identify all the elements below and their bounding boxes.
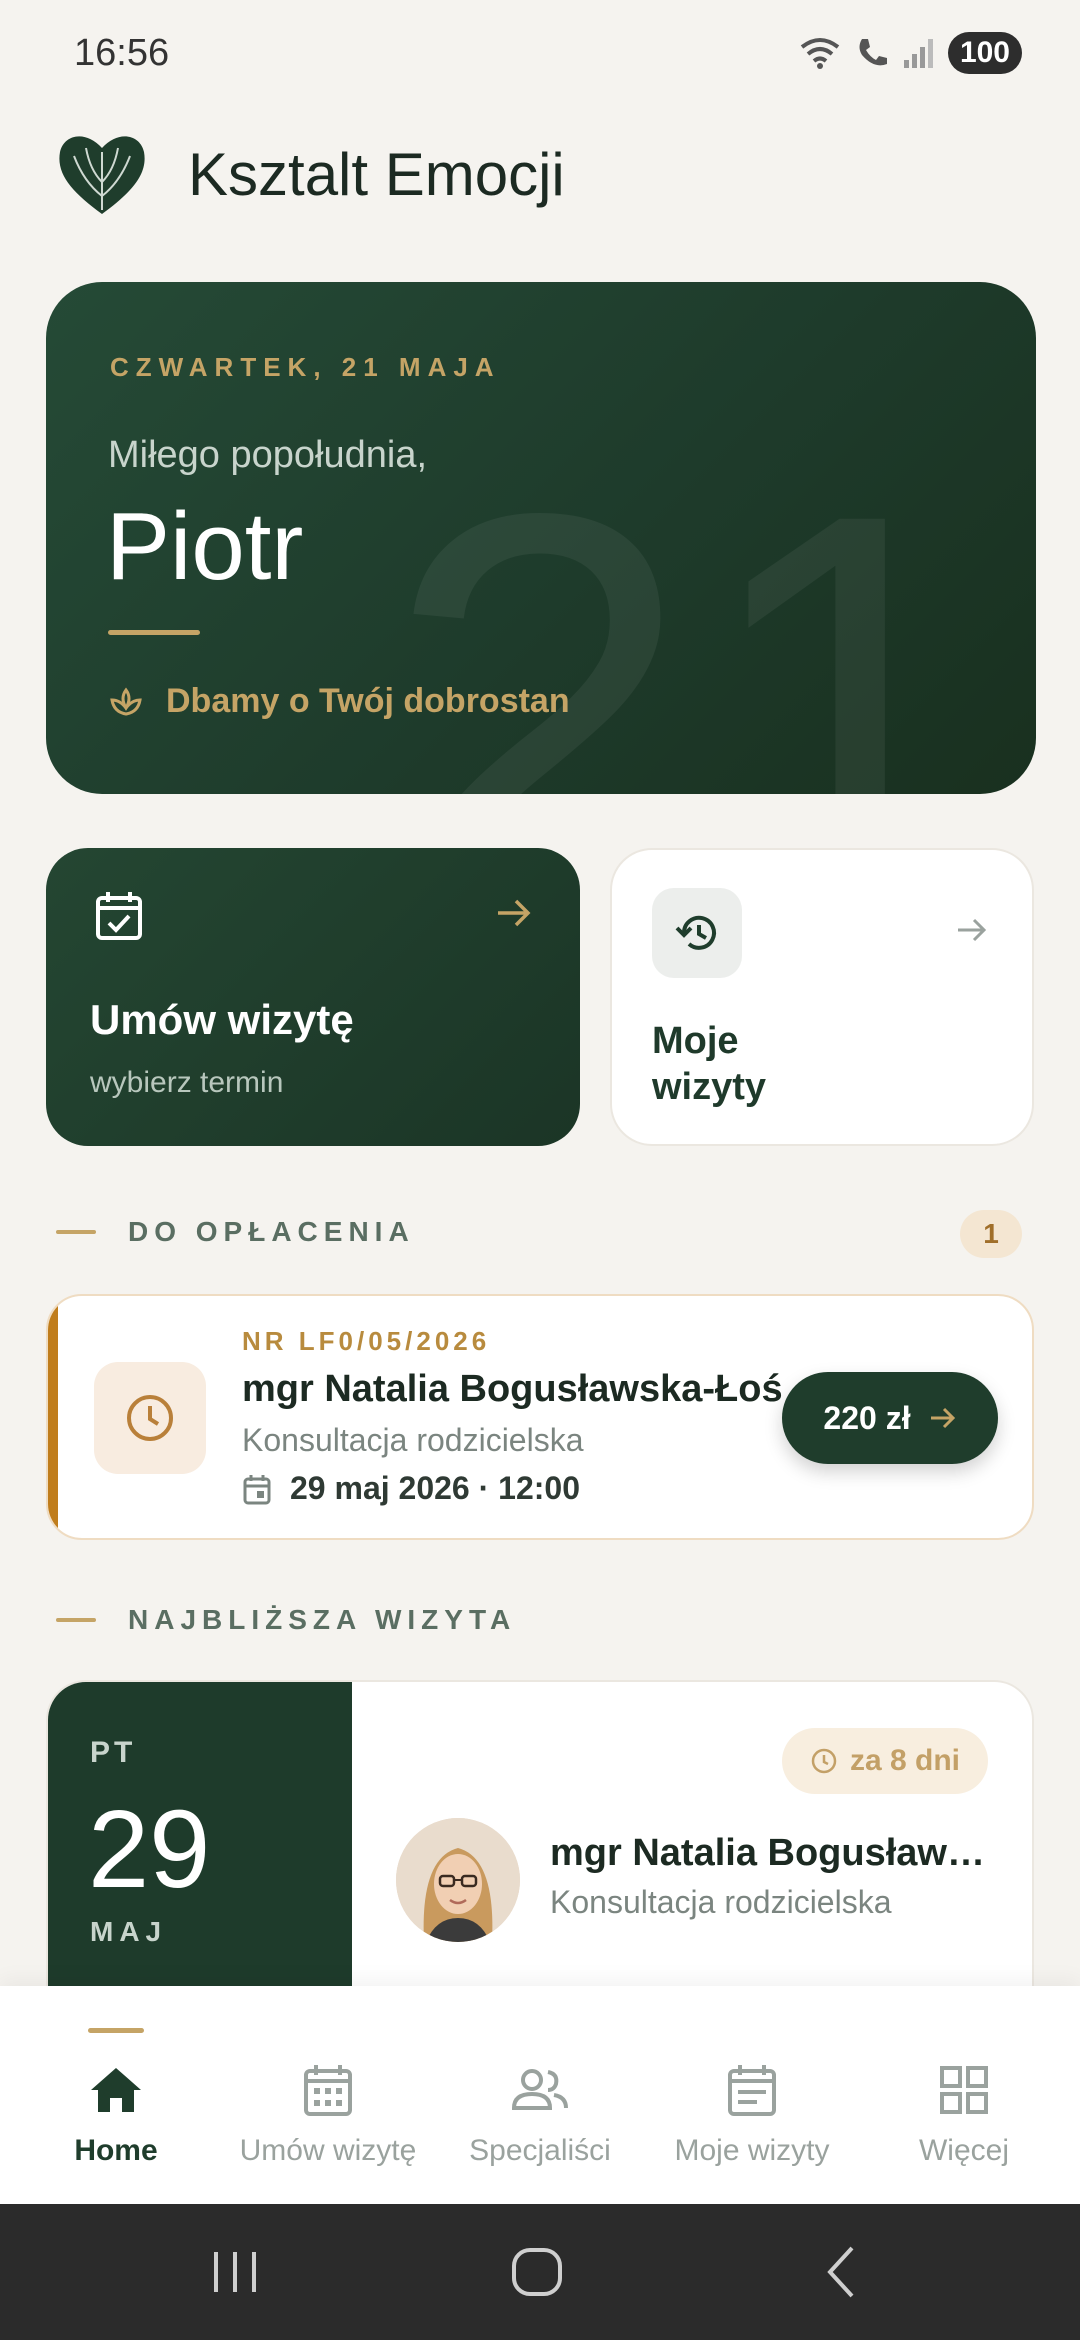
clock-icon-box <box>94 1362 206 1474</box>
nav-label-home: Home <box>74 2134 158 2167</box>
greeting-hero-card: 21 CZWARTEK, 21 MAJA Miłego popołudnia, … <box>46 282 1036 794</box>
hero-tagline-text: Dbamy o Twój dobrostan <box>166 682 570 720</box>
visit-day: 29 <box>88 1788 211 1911</box>
clock-icon <box>811 1748 837 1774</box>
nav-item-my-visits[interactable]: Moje wizyty <box>644 1986 860 2204</box>
to-pay-section-title: DO OPŁACENIA <box>128 1216 415 1247</box>
history-icon-box <box>652 888 742 978</box>
payment-card[interactable]: NR LF0/05/2026 mgr Natalia Bogusławska-Ł… <box>46 1294 1034 1540</box>
payment-accent-bar <box>48 1296 58 1538</box>
hero-greeting: Miłego popołudnia, <box>108 434 428 476</box>
book-appointment-subtitle: wybierz termin <box>90 1066 284 1099</box>
visit-date-panel: PT 29 MAJ <box>48 1682 352 2008</box>
heart-leaf-logo-icon <box>59 136 145 214</box>
calendar-list-icon <box>728 2065 776 2116</box>
nav-item-specialists[interactable]: Specjaliści <box>432 1986 648 2204</box>
pay-amount: 220 zł <box>823 1399 911 1436</box>
my-visits-title: Moje wizyty <box>652 1020 767 1108</box>
calendar-check-icon <box>96 892 142 940</box>
calendar-grid-icon <box>304 2065 352 2116</box>
book-appointment-title: Umów wizytę <box>90 996 354 1043</box>
visit-month: MAJ <box>90 1916 168 1947</box>
status-icons: 100 <box>798 32 1022 74</box>
book-appointment-card[interactable]: Umów wizytę wybierz termin <box>46 848 580 1146</box>
nav-item-home[interactable]: Home <box>8 1986 224 2204</box>
back-icon[interactable] <box>818 2238 862 2306</box>
home-system-icon[interactable] <box>508 2238 568 2306</box>
my-visits-card[interactable]: Moje wizyty <box>610 848 1034 1146</box>
hero-day-watermark: 21 <box>383 397 1006 794</box>
visit-countdown-badge: za 8 dni <box>781 1728 988 1794</box>
nav-label-my-visits: Moje wizyty <box>674 2134 830 2167</box>
nav-item-book[interactable]: Umów wizytę <box>220 1986 436 2204</box>
hero-divider <box>108 630 200 635</box>
doctor-portrait-icon <box>396 1818 520 1942</box>
payment-doctor-name: mgr Natalia Bogusławska-Łoś <box>242 1368 783 1410</box>
hero-user-name: Piotr <box>106 493 304 600</box>
hero-date-label: CZWARTEK, 21 MAJA <box>110 352 501 382</box>
system-navigation-bar <box>0 2204 1080 2340</box>
arrow-right-icon <box>930 1407 955 1429</box>
arrow-right-icon <box>958 918 987 942</box>
invoice-number: NR LF0/05/2026 <box>242 1326 491 1356</box>
nav-active-indicator <box>88 2028 144 2033</box>
visit-day-of-week: PT <box>90 1736 137 1769</box>
call-icon <box>859 39 887 66</box>
grid-icon <box>940 2066 988 2114</box>
app-header: Ksztalt Emocji <box>54 124 565 224</box>
people-icon <box>511 2069 568 2110</box>
visit-service-type: Konsultacja rodzicielska <box>550 1884 892 1920</box>
nav-label-more: Więcej <box>918 2134 1009 2167</box>
to-pay-count-badge: 1 <box>960 1210 1022 1258</box>
next-visit-section-header: NAJBLIŻSZA WIZYTA <box>56 1604 516 1636</box>
section-dash <box>56 1230 96 1234</box>
history-icon <box>675 915 716 950</box>
battery-indicator: 100 <box>947 32 1022 74</box>
next-visit-section-title: NAJBLIŻSZA WIZYTA <box>128 1604 517 1635</box>
nav-label-specialists: Specjaliści <box>469 2134 611 2167</box>
bottom-navigation: Home Umów wizytę Specjaliści Moje wizyty… <box>0 1986 1080 2204</box>
hero-tagline: Dbamy o Twój dobrostan <box>108 682 570 721</box>
recent-apps-icon[interactable] <box>210 2238 260 2306</box>
visit-countdown-text: za 8 dni <box>849 1744 960 1777</box>
nav-label-book: Umów wizytę <box>239 2134 417 2167</box>
lotus-icon <box>110 686 142 716</box>
payment-datetime: 29 maj 2026 · 12:00 <box>242 1470 580 1507</box>
home-icon <box>91 2068 141 2112</box>
clock-icon <box>127 1395 173 1441</box>
app-title: Ksztalt Emocji <box>188 140 565 208</box>
to-pay-section-header: DO OPŁACENIA <box>56 1216 415 1248</box>
status-time: 16:56 <box>74 32 170 74</box>
payment-service-type: Konsultacja rodzicielska <box>242 1422 584 1458</box>
arrow-right-icon <box>498 899 531 927</box>
payment-datetime-text: 29 maj 2026 · 12:00 <box>290 1470 580 1506</box>
next-visit-card[interactable]: PT 29 MAJ za 8 dni mgr Natalia Bogusławs… <box>46 1680 1034 2010</box>
signal-icon <box>903 39 933 68</box>
wifi-calling-icon <box>800 38 840 69</box>
calendar-icon <box>243 1474 271 1504</box>
status-bar: 16:56 100 <box>0 0 1080 110</box>
doctor-avatar <box>396 1818 520 1942</box>
pay-button[interactable]: 220 zł <box>782 1372 998 1464</box>
visit-doctor-name: mgr Natalia Bogusławska-Łoś <box>550 1832 990 1874</box>
nav-item-more[interactable]: Więcej <box>856 1986 1072 2204</box>
section-dash <box>56 1618 96 1622</box>
